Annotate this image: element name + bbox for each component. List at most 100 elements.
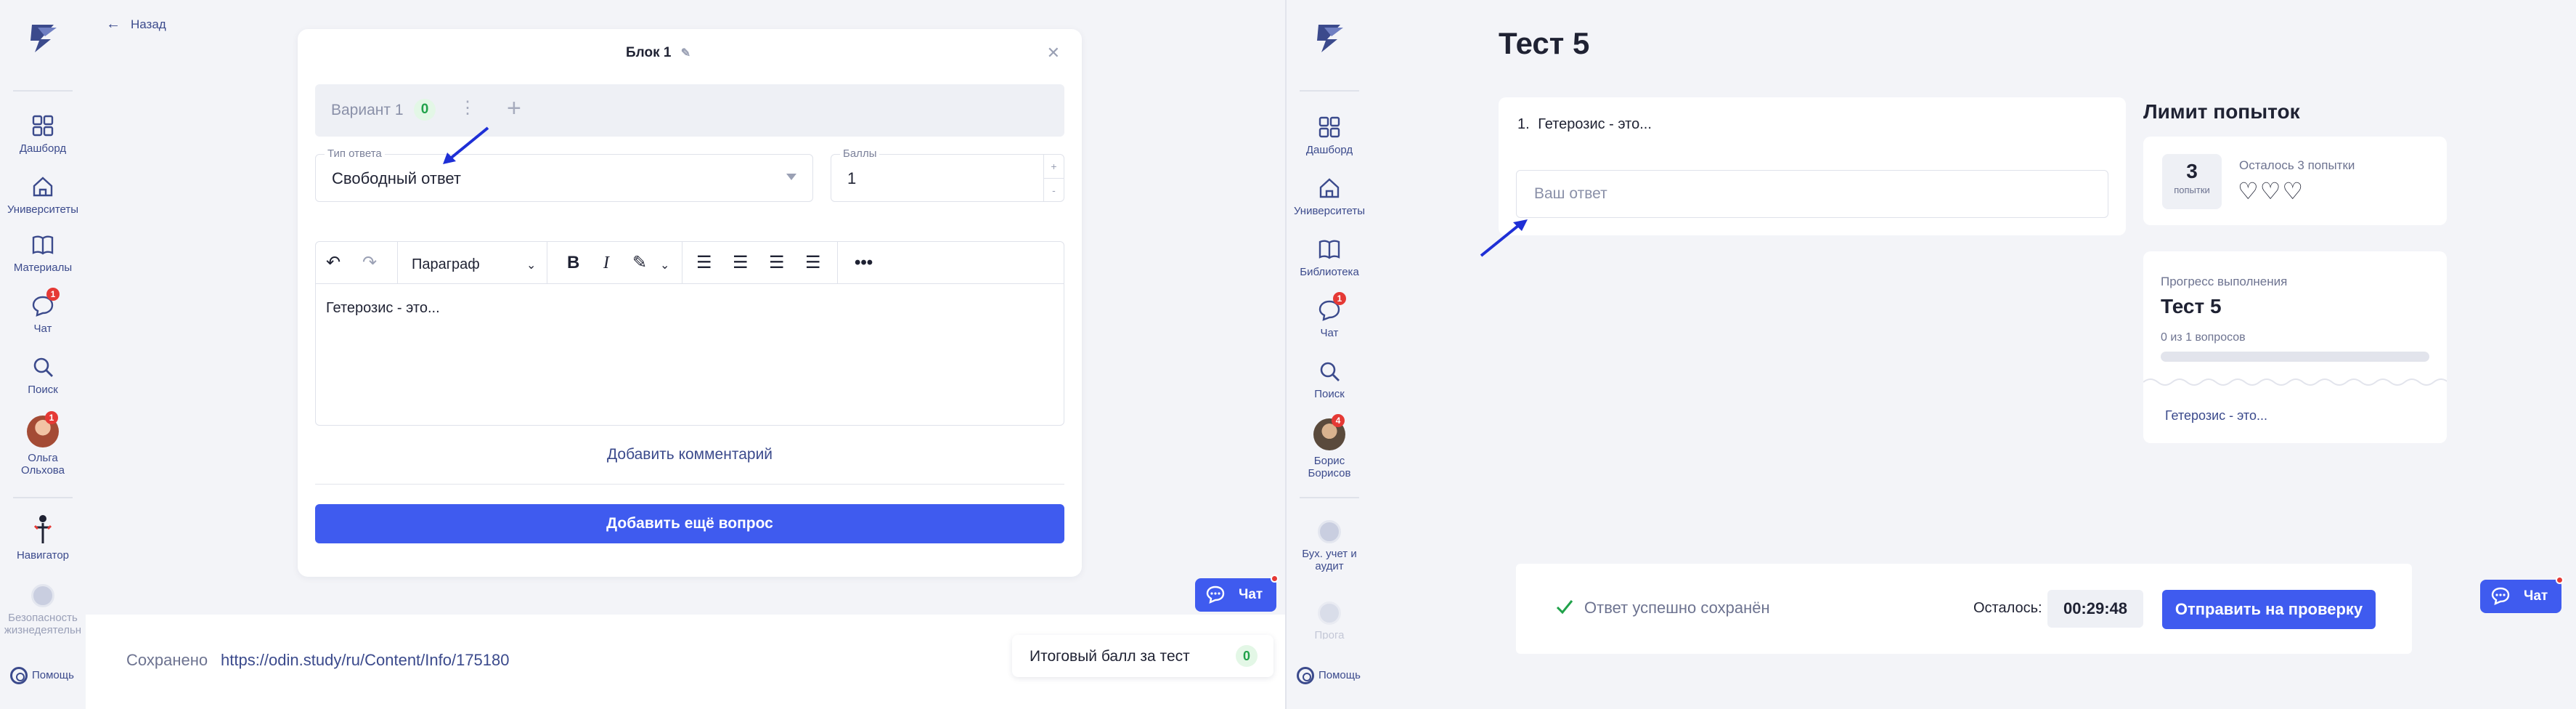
annotation-arrow-icon [1480,219,1528,257]
align-right-icon[interactable]: ☰ [769,254,785,272]
dashboard-icon [1318,116,1340,138]
editor-content[interactable]: Гетерозис - это... [326,300,440,317]
sidebar-item-profile[interactable]: 4 Борис Борисов [1287,414,1372,479]
answer-type-value: Свободный ответ [332,169,461,187]
page-title: Тест 5 [1499,26,1590,60]
more-horiz-icon[interactable]: ••• [855,254,873,272]
align-center-icon[interactable]: ☰ [733,254,749,272]
sidebar-item-label: Поиск [1314,388,1345,400]
chevron-down-icon [786,174,796,180]
sidebar-item-materials[interactable]: Материалы [0,232,86,274]
sidebar-item-library[interactable]: Библиотека [1287,237,1372,278]
points-stepper[interactable]: Баллы 1 + - [831,147,1064,202]
logo-icon[interactable] [25,19,62,57]
sidebar-item-label: Университеты [7,203,79,216]
sidebar: Дашборд Университеты Библиотека 1 Чат По… [1287,0,1372,709]
sidebar-item-chat[interactable]: 1 Чат [0,288,86,335]
heart-icon: ♡ [2238,178,2260,204]
course-icon [1318,601,1341,625]
sidebar-item-search[interactable]: Поиск [1287,359,1372,400]
block-title[interactable]: Блок 1 ✎ [626,45,742,61]
time-remaining-label: Осталось: [1973,600,2042,616]
variant-count: 0 [414,99,436,121]
sidebar-divider [13,497,73,498]
attempts-title: Лимит попыток [2143,100,2300,123]
hearts-row: ♡♡♡ [2238,177,2304,205]
progress-count: 0 из 1 вопросов [2161,331,2246,344]
decrement-icon[interactable]: - [1044,178,1064,202]
course-icon [1318,520,1341,543]
attempts-counter: 3 попытки [2162,154,2222,209]
highlight-icon[interactable]: ✎ [632,254,647,272]
sidebar-item-profile[interactable]: 1 Ольга Ольхова [0,411,86,477]
total-score-value: 0 [1236,645,1258,667]
logo-icon[interactable] [1311,19,1349,57]
chat-badge: 1 [46,288,60,301]
sidebar-item-label: Поиск [28,384,58,396]
sidebar-item-label: Прога [1314,629,1345,639]
variant-tab[interactable]: Вариант 1 [331,102,404,119]
chat-button[interactable]: Чат [1195,575,1279,612]
close-icon[interactable]: ✕ [1047,44,1060,62]
progress-question-link[interactable]: Гетерозис - это... [2165,408,2267,424]
attempts-count-label: попытки [2174,185,2210,195]
sidebar-item-dashboard[interactable]: Дашборд [1287,115,1372,156]
sidebar-item-chat[interactable]: 1 Чат [1287,292,1372,339]
sidebar-item-dashboard[interactable]: Дашборд [0,113,86,155]
pencil-icon[interactable]: ✎ [681,47,690,60]
rich-text-editor[interactable]: ↶ ↷ Параграф ⌄ B I ✎ ⌄ ☰ ☰ ☰ ☰ ••• Гетер… [315,241,1064,426]
paragraph-select[interactable]: Параграф [412,255,480,274]
answer-input[interactable]: Ваш ответ [1516,170,2108,218]
align-justify-icon[interactable]: ☰ [805,254,821,272]
more-vert-icon[interactable]: ⋮ [459,97,476,118]
add-comment-link[interactable]: Добавить комментарий [298,446,1082,463]
sidebar-item-course[interactable]: Бух. учет и аудит [1287,520,1372,572]
italic-icon[interactable]: I [603,254,609,272]
sidebar-divider [13,90,73,92]
stepper-buttons[interactable]: + - [1043,155,1064,201]
sidebar-item-universities[interactable]: Университеты [1287,176,1372,217]
timer: 00:29:48 [2047,590,2143,628]
sidebar-item-course[interactable]: Безопасность жизнедеятельн [0,584,86,636]
notification-dot [1271,575,1279,583]
sidebar-divider [1300,90,1359,92]
align-left-icon[interactable]: ☰ [696,254,712,272]
sidebar-item-label: Безопасность жизнедеятельн [4,612,82,636]
sidebar-item-navigator[interactable]: Навигатор [0,513,86,562]
add-question-button[interactable]: Добавить ещё вопрос [315,504,1064,543]
help-link[interactable]: Помощь [1297,667,1361,684]
progress-caption: Прогресс выполнения [2161,275,2288,288]
chat-badge: 1 [1333,292,1346,305]
redo-icon[interactable]: ↷ [362,254,377,272]
chat-icon [2491,587,2510,606]
back-link[interactable]: ← Назад [106,16,166,33]
sidebar-item-label: Борис Борисов [1308,455,1351,479]
saved-status: Сохранено [126,651,208,669]
attempts-card: 3 попытки Осталось 3 попытки ♡♡♡ [2143,137,2447,225]
sidebar-item-course-2[interactable]: Прога [1287,601,1372,639]
help-label: Помощь [1318,668,1361,681]
content-url[interactable]: https://odin.study/ru/Content/Info/17518… [221,651,510,670]
undo-icon[interactable]: ↶ [326,254,341,272]
bold-icon[interactable]: B [567,254,579,272]
save-status: Ответ успешно сохранён [1584,599,1770,617]
sidebar-item-universities[interactable]: Университеты [0,174,86,216]
help-link[interactable]: Помощь [10,667,74,684]
editor-toolbar: ↶ ↷ Параграф ⌄ B I ✎ ⌄ ☰ ☰ ☰ ☰ ••• [316,242,1064,284]
profile-badge: 4 [1332,414,1345,427]
sidebar-item-search[interactable]: Поиск [0,354,86,396]
annotation-arrow-icon [443,126,489,164]
divider [315,484,1064,485]
increment-icon[interactable]: + [1044,155,1064,178]
chat-button[interactable]: Чат [2480,576,2564,613]
question-label: Гетерозис - это... [1538,116,1652,132]
profile-badge: 1 [45,411,58,424]
add-variant-icon[interactable]: + [507,94,521,123]
submit-button[interactable]: Отправить на проверку [2162,590,2376,629]
attempts-remaining: Осталось 3 попытки [2239,158,2355,172]
answer-type-select[interactable]: Тип ответа Свободный ответ [315,147,813,202]
ticket-edge [2143,378,2447,386]
check-icon [1556,600,1573,615]
total-score: Итоговый балл за тест 0 [1012,635,1273,677]
book-icon [1318,240,1340,259]
